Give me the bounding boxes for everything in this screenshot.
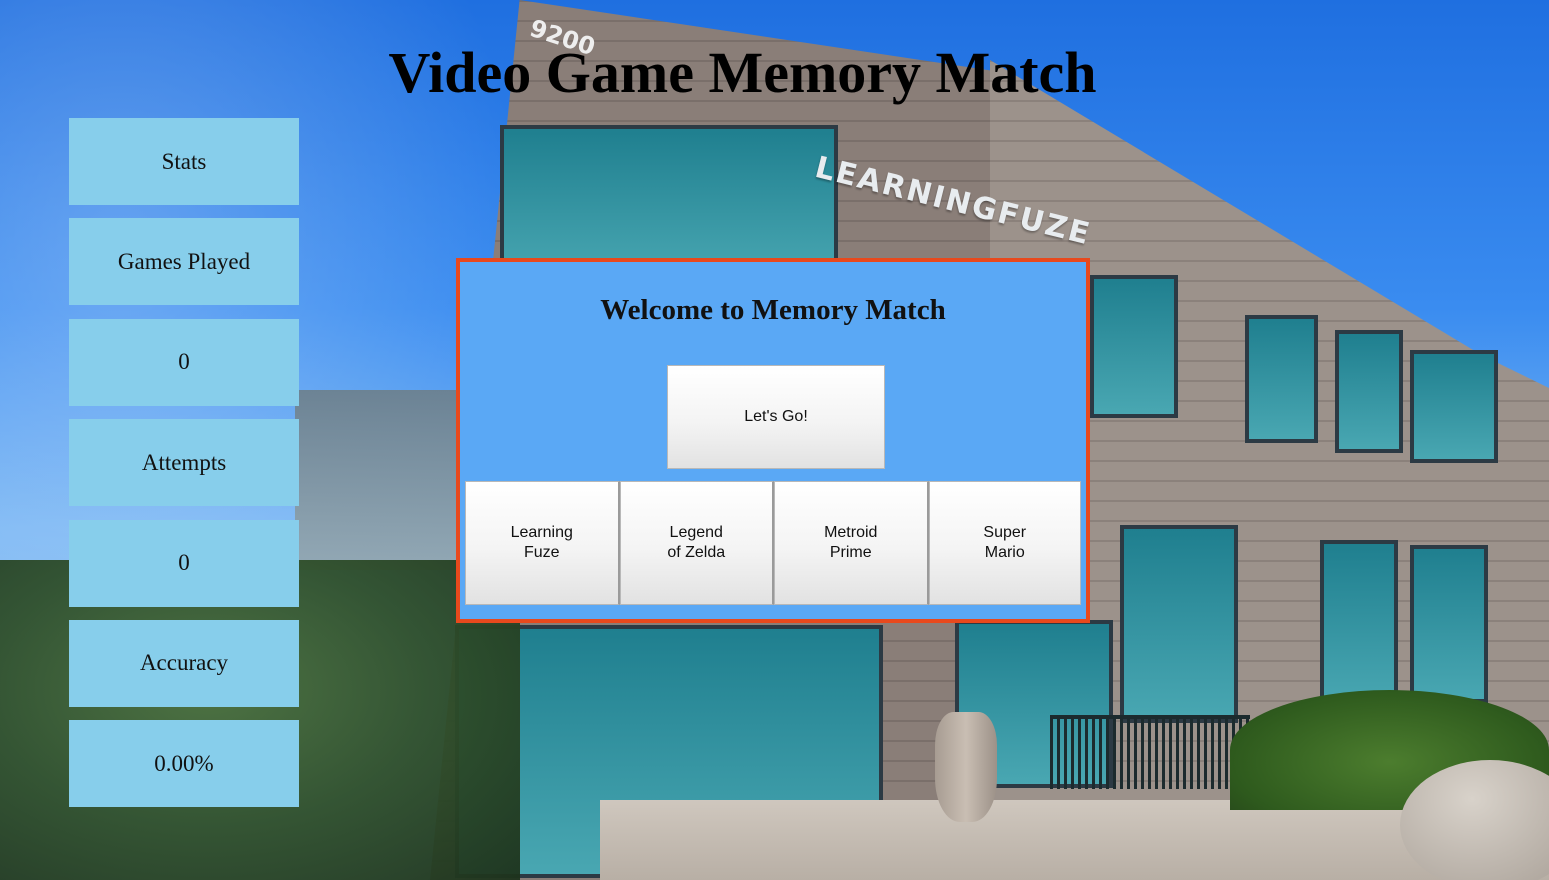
theme-choices: Learning Fuze Legend of Zelda Metroid Pr… bbox=[465, 481, 1081, 605]
accuracy-value: 0.00% bbox=[69, 720, 299, 808]
games-played-label: Games Played bbox=[69, 218, 299, 306]
theme-learning-fuze-button[interactable]: Learning Fuze bbox=[465, 481, 620, 605]
lets-go-button[interactable]: Let's Go! bbox=[667, 365, 885, 469]
theme-super-mario-button[interactable]: Super Mario bbox=[928, 481, 1081, 605]
bench bbox=[1050, 715, 1250, 789]
building-window bbox=[1320, 540, 1398, 708]
theme-metroid-prime-button[interactable]: Metroid Prime bbox=[774, 481, 929, 605]
building-window bbox=[1410, 350, 1498, 463]
building-window bbox=[1120, 525, 1238, 723]
planter-urn bbox=[935, 712, 997, 822]
stats-sidebar: Stats Games Played 0 Attempts 0 Accuracy… bbox=[69, 118, 299, 821]
building-window bbox=[1335, 330, 1403, 453]
attempts-label: Attempts bbox=[69, 419, 299, 507]
attempts-value: 0 bbox=[69, 519, 299, 607]
welcome-modal: Welcome to Memory Match Let's Go! Learni… bbox=[456, 258, 1090, 623]
building-window bbox=[1410, 545, 1488, 703]
building-window bbox=[1090, 275, 1178, 418]
accuracy-label: Accuracy bbox=[69, 619, 299, 707]
theme-legend-of-zelda-button[interactable]: Legend of Zelda bbox=[619, 481, 774, 605]
building-window bbox=[1245, 315, 1318, 443]
stats-header: Stats bbox=[69, 118, 299, 205]
page-title: Video Game Memory Match bbox=[388, 40, 1097, 105]
games-played-value: 0 bbox=[69, 318, 299, 406]
modal-title: Welcome to Memory Match bbox=[600, 294, 946, 326]
